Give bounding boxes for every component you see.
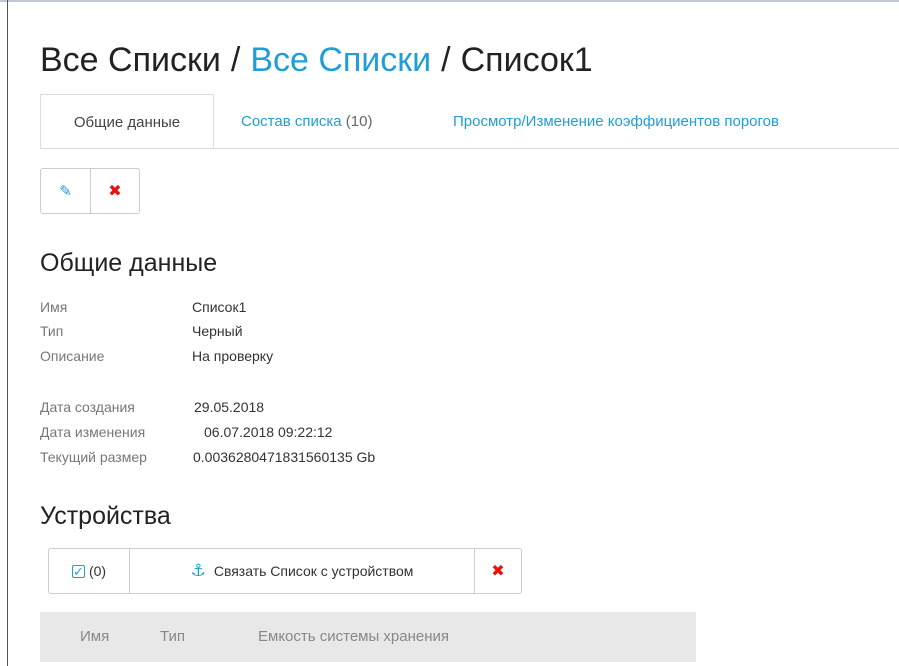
tab-threshold-coefficients-label: Просмотр/Изменение коэффициентов порогов (453, 113, 779, 130)
field-value: На проверку (192, 348, 274, 364)
link-device-label: Связать Список с устройством (213, 563, 414, 579)
breadcrumb-current: Список1 (460, 41, 593, 79)
meta-label: Дата создания (40, 399, 135, 415)
column-header-name[interactable]: Имя (80, 612, 109, 662)
breadcrumb-separator: / (441, 41, 451, 79)
tab-bar: Общие данные Состав списка (10) Просмотр… (40, 94, 899, 149)
meta-label: Дата изменения (40, 424, 146, 440)
devices-table-header: Имя Тип Емкость системы хранения (40, 612, 696, 662)
breadcrumb-root: Все Списки (40, 41, 221, 79)
field-label: Описание (40, 348, 105, 364)
pencil-icon: ✎ (59, 183, 72, 200)
list-actions-toolbar: ✎ ✖ (40, 168, 140, 214)
field-value: Список1 (192, 299, 247, 315)
field-label: Имя (40, 299, 68, 315)
window-left-border (7, 0, 8, 666)
meta-value: 29.05.2018 (194, 399, 265, 415)
tab-general-label: Общие данные (73, 114, 181, 131)
devices-toolbar: ✓ (0) ⚓ Связать Список с устройством ✖ (48, 548, 522, 594)
tab-general[interactable]: Общие данные (40, 94, 214, 148)
devices-section-title: Устройства (40, 502, 171, 530)
close-icon: ✖ (108, 183, 122, 200)
selected-count: (0) (88, 563, 107, 579)
delete-button[interactable]: ✖ (90, 169, 139, 213)
meta-value: 06.07.2018 09:22:12 (204, 424, 333, 440)
field-label: Тип (40, 323, 64, 339)
column-header-type[interactable]: Тип (160, 612, 185, 662)
link-device-button[interactable]: ⚓ Связать Список с устройством (129, 549, 474, 593)
breadcrumb-link-all-lists[interactable]: Все Списки (250, 41, 431, 79)
checkbox-icon: ✓ (71, 563, 85, 579)
field-value: Черный (192, 323, 243, 339)
tab-list-contents[interactable]: Состав списка (10) (241, 94, 372, 147)
window-top-border (0, 0, 899, 2)
meta-value: 0.003628047183156013​5 Gb (193, 449, 376, 465)
select-all-button[interactable]: ✓ (0) (49, 549, 129, 593)
general-section-title: Общие данные (40, 249, 218, 277)
tab-list-contents-label: Состав списка (241, 113, 342, 130)
tab-list-contents-count: (10) (345, 113, 373, 130)
anchor-icon: ⚓ (190, 561, 206, 580)
column-header-storage-capacity[interactable]: Емкость системы хранения (258, 612, 449, 662)
close-icon: ✖ (491, 563, 505, 580)
tab-threshold-coefficients[interactable]: Просмотр/Изменение коэффициентов порогов (453, 94, 779, 147)
meta-label: Текущий размер (40, 449, 147, 465)
breadcrumb: Все Списки / Все Списки / Список1 (40, 40, 593, 80)
unlink-device-button[interactable]: ✖ (474, 549, 521, 593)
breadcrumb-separator: / (230, 41, 241, 79)
edit-button[interactable]: ✎ (41, 169, 90, 213)
